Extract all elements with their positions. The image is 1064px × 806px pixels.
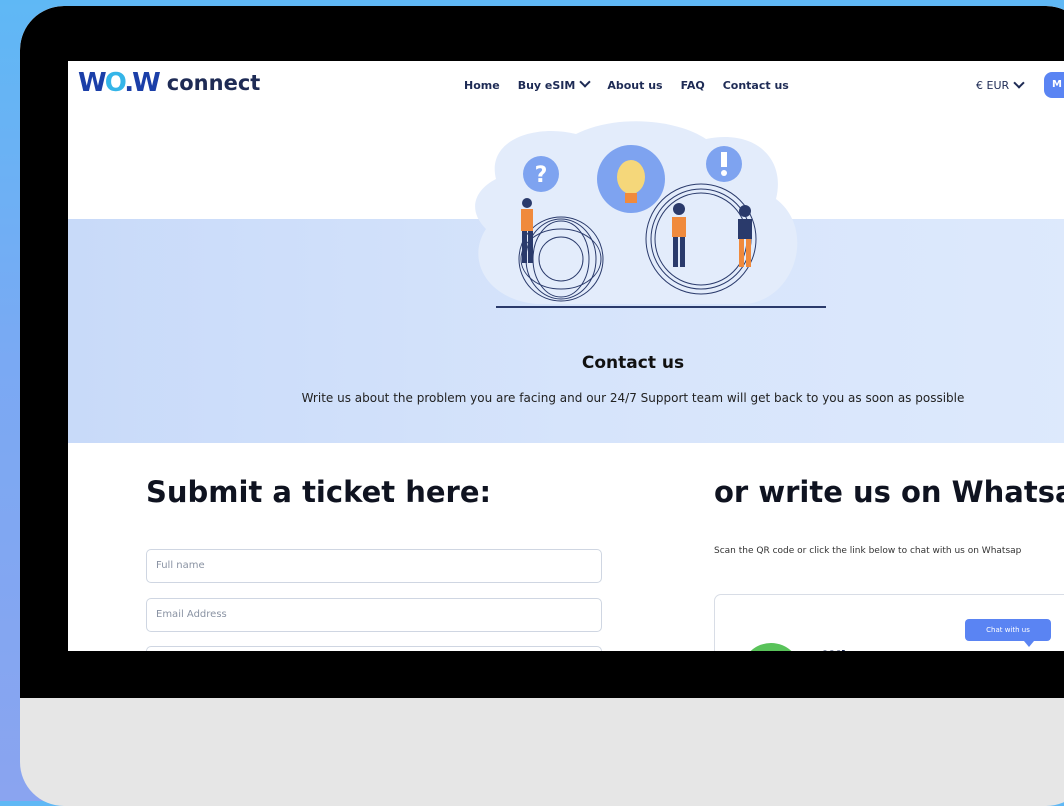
logo-mark: WO.W: [78, 68, 161, 98]
whatsapp-icon: [741, 643, 801, 651]
nav-buy-esim[interactable]: Buy eSIM: [517, 76, 591, 92]
whatsapp-subtitle: Scan the QR code or click the link below…: [714, 546, 1022, 556]
chevron-down-icon: [579, 76, 591, 88]
monitor-frame: WO.W connect Home Buy eSIM About us FAQ …: [20, 6, 1064, 806]
nav-about-us[interactable]: About us: [607, 79, 662, 92]
currency-selector[interactable]: € EUR: [976, 76, 1025, 92]
screen: WO.W connect Home Buy eSIM About us FAQ …: [68, 61, 1064, 651]
subject-input[interactable]: [146, 646, 602, 651]
nav-buy-esim-label: Buy eSIM: [517, 79, 576, 92]
nav-faq[interactable]: FAQ: [681, 79, 705, 92]
whatsapp-heading: or write us on Whatsa: [714, 475, 1064, 509]
full-name-input[interactable]: [146, 549, 602, 583]
currency-label: € EUR: [976, 79, 1010, 92]
chevron-down-icon: [1013, 76, 1025, 89]
logo-text: connect: [166, 71, 261, 95]
nav-contact-us[interactable]: Contact us: [723, 79, 789, 92]
whatsapp-card-text: Wh: [823, 647, 852, 651]
whatsapp-card[interactable]: Chat with us Wh: [714, 594, 1064, 651]
ticket-heading: Submit a ticket here:: [146, 475, 492, 509]
account-button[interactable]: M: [1044, 72, 1064, 98]
support-illustration: ?: [475, 121, 826, 308]
page-subtitle: Write us about the problem you are facin…: [301, 391, 965, 405]
chat-with-us-button[interactable]: Chat with us: [965, 619, 1051, 647]
svg-text:?: ?: [535, 163, 548, 188]
email-input[interactable]: [146, 598, 602, 632]
nav-home[interactable]: Home: [464, 79, 500, 92]
logo[interactable]: WO.W connect: [78, 68, 260, 98]
main-nav: Home Buy eSIM About us FAQ Contact us: [464, 76, 789, 92]
site-header: WO.W connect Home Buy eSIM About us FAQ …: [68, 61, 1064, 109]
page-title: Contact us: [581, 353, 685, 373]
